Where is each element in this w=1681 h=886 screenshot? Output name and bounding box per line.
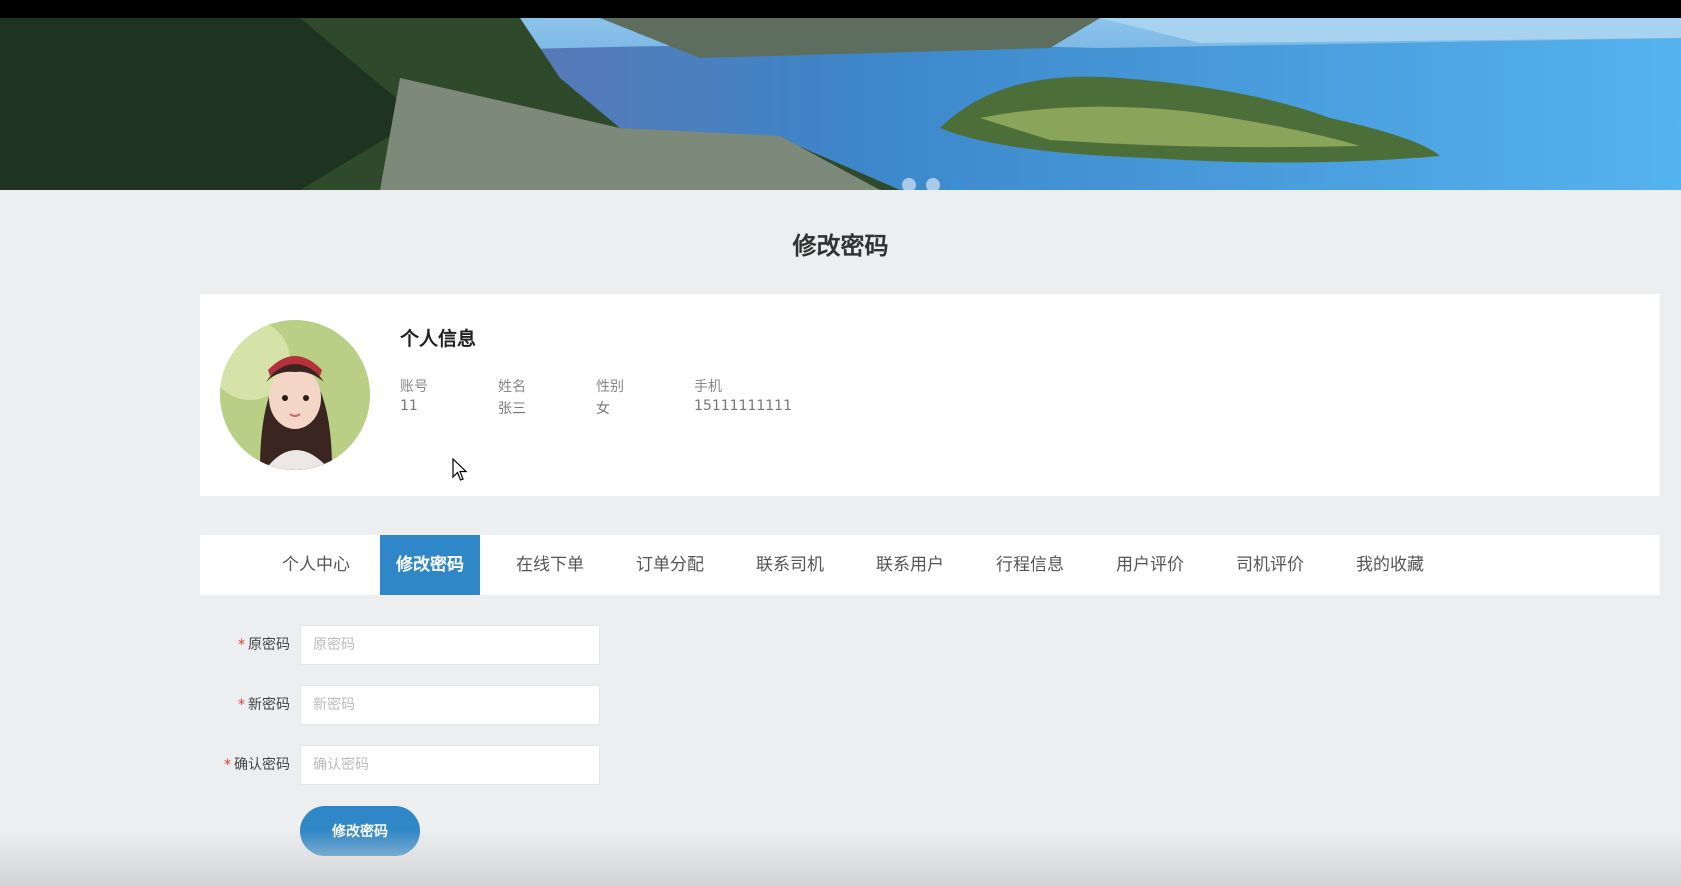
confirm-password-label: * 确认密码 — [224, 745, 290, 785]
tab-bar: 个人中心 修改密码 在线下单 订单分配 联系司机 联系用户 行程信息 用户评价 … — [200, 535, 1660, 595]
old-password-label: * 原密码 — [238, 625, 290, 665]
carousel-dot-3[interactable] — [950, 178, 964, 190]
bottom-fade — [0, 830, 1681, 886]
tab-online-order[interactable]: 在线下单 — [500, 535, 600, 595]
tab-personal-center[interactable]: 个人中心 — [266, 535, 366, 595]
field-value: 15111111111 — [694, 398, 792, 414]
tab-contact-driver[interactable]: 联系司机 — [740, 535, 840, 595]
field-value: 女 — [596, 401, 610, 417]
profile-field-gender: 性别 女 — [596, 376, 694, 418]
profile-field-name: 姓名 张三 — [498, 376, 596, 418]
field-label: 账号 — [400, 379, 428, 395]
banner-carousel — [0, 18, 1681, 190]
carousel-dots — [902, 178, 964, 190]
carousel-dot-2[interactable] — [926, 178, 940, 190]
tab-my-favorites[interactable]: 我的收藏 — [1340, 535, 1440, 595]
old-password-label-text: 原密码 — [248, 637, 290, 653]
form-row-old-password: * 原密码 — [200, 625, 620, 665]
tab-driver-reviews[interactable]: 司机评价 — [1220, 535, 1320, 595]
old-password-input[interactable] — [300, 625, 600, 665]
field-value: 张三 — [498, 401, 526, 417]
confirm-password-input[interactable] — [300, 745, 600, 785]
field-label: 手机 — [694, 379, 722, 395]
required-mark: * — [224, 757, 231, 773]
tab-order-assignment[interactable]: 订单分配 — [620, 535, 720, 595]
mouse-cursor-icon — [452, 458, 468, 481]
banner-landscape-image — [0, 18, 1681, 190]
required-mark: * — [238, 637, 245, 653]
carousel-dot-1[interactable] — [902, 178, 916, 190]
top-black-bar — [0, 0, 1681, 18]
new-password-label-text: 新密码 — [248, 697, 290, 713]
field-label: 性别 — [596, 379, 624, 395]
field-value: 11 — [400, 398, 418, 414]
page-title: 修改密码 — [792, 232, 889, 260]
avatar — [220, 320, 370, 470]
new-password-input[interactable] — [300, 685, 600, 725]
profile-info-title: 个人信息 — [400, 328, 477, 350]
form-row-new-password: * 新密码 — [200, 685, 620, 725]
tab-contact-user[interactable]: 联系用户 — [860, 535, 960, 595]
tab-change-password[interactable]: 修改密码 — [380, 535, 480, 595]
field-label: 姓名 — [498, 379, 526, 395]
form-row-confirm-password: * 确认密码 — [200, 745, 620, 785]
profile-field-account: 账号 11 — [400, 376, 498, 418]
profile-card: 个人信息 账号 11 姓名 张三 性别 女 手机 15111111111 — [200, 294, 1660, 496]
tab-user-reviews[interactable]: 用户评价 — [1100, 535, 1200, 595]
new-password-label: * 新密码 — [238, 685, 290, 725]
confirm-password-label-text: 确认密码 — [234, 757, 290, 773]
change-password-submit-button[interactable]: 修改密码 — [300, 806, 420, 856]
required-mark: * — [238, 697, 245, 713]
profile-info-grid: 账号 11 姓名 张三 性别 女 手机 15111111111 — [400, 376, 834, 418]
profile-field-phone: 手机 15111111111 — [694, 376, 834, 418]
tab-trip-info[interactable]: 行程信息 — [980, 535, 1080, 595]
